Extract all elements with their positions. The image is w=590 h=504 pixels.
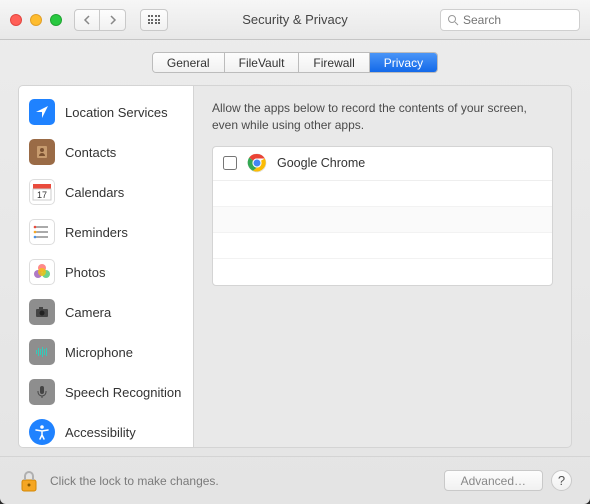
sidebar-item-microphone[interactable]: Microphone: [19, 332, 193, 372]
sidebar-label: Photos: [65, 265, 105, 280]
app-list: Google Chrome: [212, 146, 553, 286]
tab-general[interactable]: General: [153, 53, 225, 72]
nav-buttons: [74, 9, 126, 31]
show-all-button[interactable]: [140, 9, 168, 31]
camera-icon: [29, 299, 55, 325]
calendar-icon: 17: [29, 179, 55, 205]
contacts-icon: [29, 139, 55, 165]
minimize-icon[interactable]: [30, 14, 42, 26]
sidebar-label: Speech Recognition: [65, 385, 181, 400]
empty-row: [213, 207, 552, 233]
help-button[interactable]: ?: [551, 470, 572, 491]
preferences-window: Security & Privacy General FileVault Fir…: [0, 0, 590, 504]
content-description: Allow the apps below to record the conte…: [212, 100, 553, 134]
main-panel: Location Services Contacts 17 Calendars …: [18, 85, 572, 448]
sidebar-item-photos[interactable]: Photos: [19, 252, 193, 292]
empty-row: [213, 181, 552, 207]
content-area: Allow the apps below to record the conte…: [194, 86, 571, 447]
footer: Click the lock to make changes. Advanced…: [0, 456, 590, 504]
sidebar-item-accessibility[interactable]: Accessibility: [19, 412, 193, 447]
lock-icon: [18, 468, 40, 494]
reminders-icon: [29, 219, 55, 245]
sidebar-item-speech[interactable]: Speech Recognition: [19, 372, 193, 412]
sidebar-item-contacts[interactable]: Contacts: [19, 132, 193, 172]
microphone-icon: [29, 339, 55, 365]
search-input[interactable]: [463, 13, 573, 27]
app-row[interactable]: Google Chrome: [213, 147, 552, 181]
sidebar-item-location[interactable]: Location Services: [19, 92, 193, 132]
zoom-icon[interactable]: [50, 14, 62, 26]
svg-text:17: 17: [37, 190, 47, 200]
search-field[interactable]: [440, 9, 580, 31]
privacy-sidebar: Location Services Contacts 17 Calendars …: [19, 86, 194, 447]
lock-button[interactable]: [18, 468, 40, 494]
close-icon[interactable]: [10, 14, 22, 26]
app-checkbox[interactable]: [223, 156, 237, 170]
sidebar-label: Contacts: [65, 145, 116, 160]
lock-text: Click the lock to make changes.: [50, 474, 219, 488]
titlebar: Security & Privacy: [0, 0, 590, 40]
location-icon: [29, 99, 55, 125]
speech-icon: [29, 379, 55, 405]
chrome-icon: [247, 153, 267, 173]
sidebar-label: Location Services: [65, 105, 168, 120]
forward-button[interactable]: [100, 9, 126, 31]
sidebar-item-camera[interactable]: Camera: [19, 292, 193, 332]
tabs: General FileVault Firewall Privacy: [152, 52, 438, 73]
empty-row: [213, 233, 552, 259]
sidebar-label: Accessibility: [65, 425, 136, 440]
search-icon: [447, 14, 459, 26]
photos-icon: [29, 259, 55, 285]
app-name: Google Chrome: [277, 156, 365, 170]
tab-bar: General FileVault Firewall Privacy: [0, 40, 590, 79]
back-button[interactable]: [74, 9, 100, 31]
chevron-right-icon: [109, 15, 117, 25]
sidebar-label: Calendars: [65, 185, 124, 200]
sidebar-label: Microphone: [65, 345, 133, 360]
chevron-left-icon: [83, 15, 91, 25]
tab-firewall[interactable]: Firewall: [299, 53, 369, 72]
sidebar-item-reminders[interactable]: Reminders: [19, 212, 193, 252]
tab-filevault[interactable]: FileVault: [225, 53, 300, 72]
window-controls: [10, 14, 62, 26]
grid-icon: [148, 15, 161, 24]
accessibility-icon: [29, 419, 55, 445]
sidebar-item-calendars[interactable]: 17 Calendars: [19, 172, 193, 212]
tab-privacy[interactable]: Privacy: [370, 53, 437, 72]
advanced-button[interactable]: Advanced…: [444, 470, 543, 491]
sidebar-label: Camera: [65, 305, 111, 320]
sidebar-label: Reminders: [65, 225, 128, 240]
